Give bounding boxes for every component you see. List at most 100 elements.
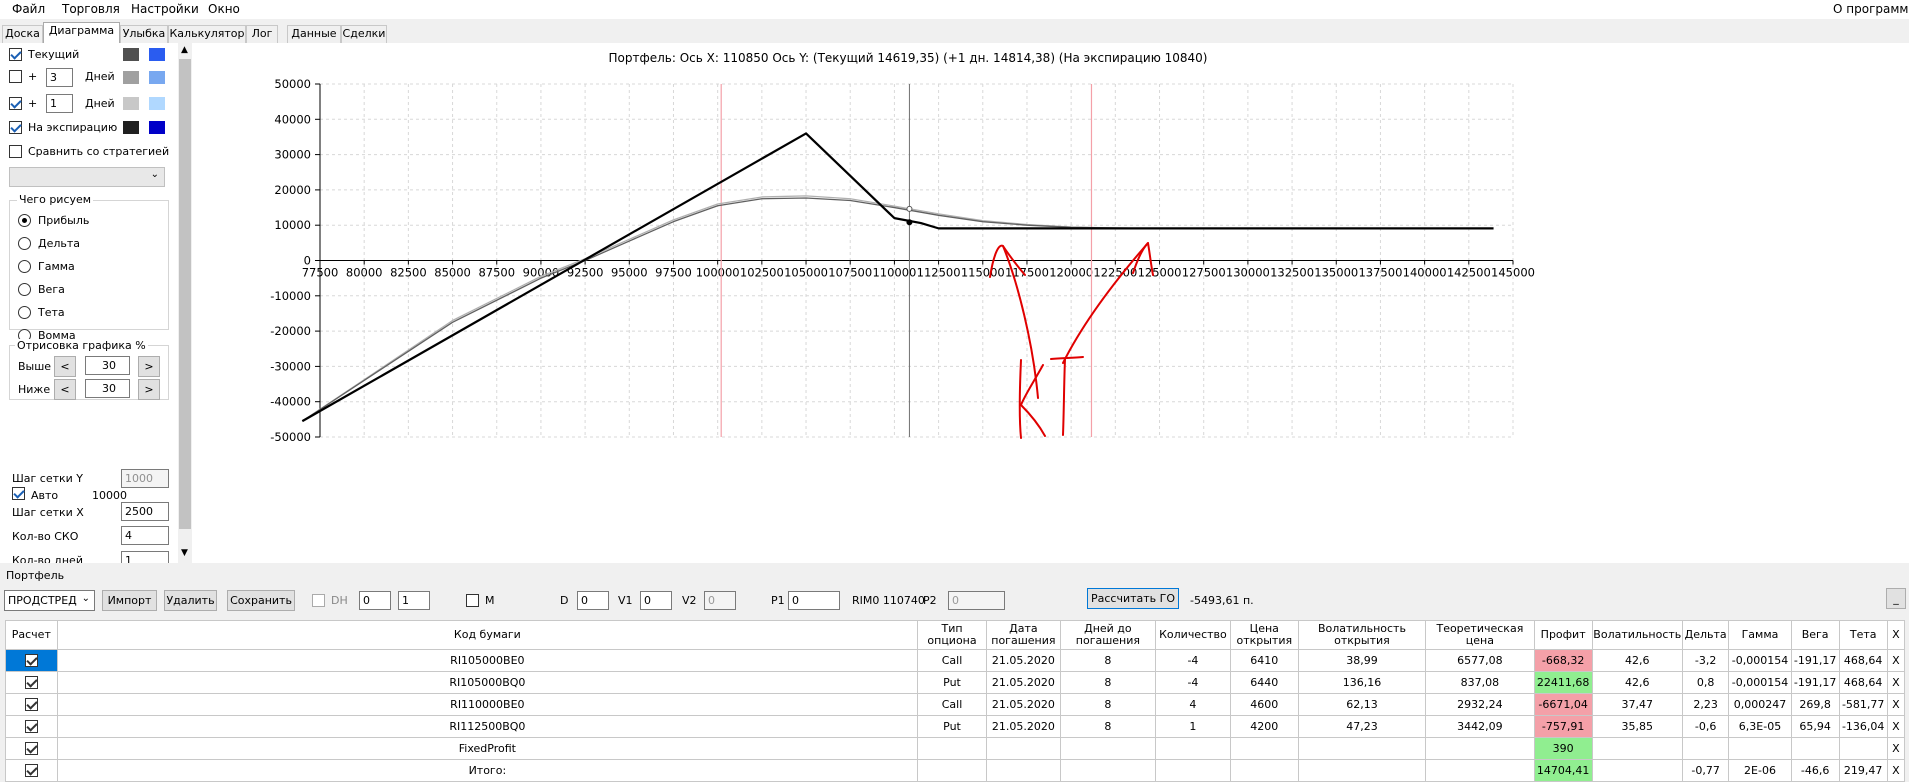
payoff-chart[interactable]: 50000 40000 30000 20000 100000 -10000 -20000 -3… <box>193 43 1909 563</box>
above-decrease-button[interactable]: < <box>54 356 76 377</box>
menu-about[interactable]: О программе <box>1833 2 1909 16</box>
menu-settings[interactable]: Настройки <box>131 2 199 16</box>
expiration-color-swatch[interactable] <box>123 121 139 134</box>
cell-x[interactable]: X <box>1886 649 1906 672</box>
column-header-theta[interactable]: Тета <box>1838 620 1888 650</box>
tab-calculator[interactable]: Калькулятор <box>168 25 246 43</box>
scroll-thumb[interactable] <box>179 59 191 529</box>
expiration-checkbox[interactable] <box>9 121 22 134</box>
table-row[interactable]: Итого: 14704,41 -0,77 2E-06 -46,6 219,47 X <box>5 759 1906 782</box>
current-color-swatch[interactable] <box>123 48 139 61</box>
d-input[interactable]: 0 <box>577 591 609 610</box>
column-header-expiry-date[interactable]: Дата погашения <box>985 620 1061 650</box>
v1-input[interactable]: 0 <box>640 591 672 610</box>
table-row[interactable]: RI112500BQ0 Put 21.05.2020 8 1 4200 47,23 3442,… <box>5 715 1906 738</box>
delete-button[interactable]: Удалить <box>164 590 217 611</box>
radio-profit[interactable] <box>18 214 31 227</box>
dh-stepper-1[interactable]: 0 <box>359 591 391 610</box>
current-color-swatch-2[interactable] <box>149 48 165 61</box>
days2-color-swatch[interactable] <box>123 97 139 110</box>
tab-smile[interactable]: Улыбка <box>120 25 168 43</box>
scroll-up-icon[interactable]: ▲ <box>181 45 188 55</box>
tab-log[interactable]: Лог <box>246 25 278 43</box>
days-color-swatch[interactable] <box>123 71 139 84</box>
dh-stepper-2[interactable]: 1 <box>398 591 430 610</box>
minimize-button[interactable]: _ <box>1886 588 1906 609</box>
calc-checkbox[interactable] <box>24 698 38 712</box>
x-tick-label: 132500 <box>1270 266 1314 280</box>
sko-input[interactable]: 4 <box>121 526 169 545</box>
auto-checkbox[interactable] <box>12 487 25 500</box>
column-header-profit[interactable]: Профит <box>1533 620 1593 650</box>
days2-color-swatch-2[interactable] <box>149 97 165 110</box>
column-header-calc[interactable]: Расчет <box>5 620 58 650</box>
tab-board[interactable]: Доска <box>2 25 43 43</box>
cell-x[interactable]: X <box>1886 715 1906 738</box>
tab-diagram[interactable]: Диаграмма <box>43 22 120 43</box>
calc-checkbox[interactable] <box>24 654 38 668</box>
menu-window[interactable]: Окно <box>208 2 240 16</box>
tab-deals[interactable]: Сделки <box>341 25 387 43</box>
settings-scrollbar[interactable]: ▲ ▼ <box>178 43 192 563</box>
import-button[interactable]: Импорт <box>102 590 157 611</box>
days-input-1[interactable]: 3 <box>46 68 73 87</box>
column-header-code[interactable]: Код бумаги <box>56 620 919 650</box>
p1-input[interactable]: 0 <box>788 591 840 610</box>
plus-days-checkbox-1[interactable] <box>9 70 22 83</box>
compare-checkbox[interactable] <box>9 145 22 158</box>
menu-file[interactable]: Файл <box>12 2 45 16</box>
m-checkbox[interactable] <box>466 594 479 607</box>
calc-go-button[interactable]: Рассчитать ГО <box>1087 588 1179 609</box>
column-header-quantity[interactable]: Количество <box>1154 620 1231 650</box>
days-count-input[interactable]: 1 <box>121 551 169 563</box>
cell-x[interactable]: X <box>1886 737 1906 760</box>
days-input-2[interactable]: 1 <box>46 94 73 113</box>
scroll-down-icon[interactable]: ▼ <box>181 548 188 558</box>
cell-x[interactable]: X <box>1886 759 1906 782</box>
table-row[interactable]: FixedProfit 390 X <box>5 737 1906 760</box>
calc-checkbox[interactable] <box>24 742 38 756</box>
calc-checkbox[interactable] <box>24 764 38 778</box>
above-input[interactable]: 30 <box>85 356 130 375</box>
p2-input[interactable]: 0 <box>948 591 1005 610</box>
cell-x[interactable]: X <box>1886 671 1906 694</box>
below-decrease-button[interactable]: < <box>54 379 76 400</box>
column-header-option-type[interactable]: Тип опциона <box>917 620 987 650</box>
save-button[interactable]: Сохранить <box>227 590 295 611</box>
v2-input[interactable]: 0 <box>704 591 736 610</box>
plus-days-checkbox-2[interactable] <box>9 97 22 110</box>
expiration-color-swatch-2[interactable] <box>149 121 165 134</box>
table-row[interactable]: RI105000BQ0 Put 21.05.2020 8 -4 6440 136,16 837… <box>5 671 1906 694</box>
radio-theta[interactable] <box>18 306 31 319</box>
dh-checkbox[interactable] <box>312 594 325 607</box>
column-header-open-volatility[interactable]: Волатильность открытия <box>1297 620 1427 650</box>
chart-area[interactable]: Портфель: Ось X: 110850 Ось Y: (Текущий … <box>193 43 1909 563</box>
column-header-delta[interactable]: Дельта <box>1681 620 1730 650</box>
table-row[interactable]: RI110000BE0 Call 21.05.2020 8 4 4600 62,13 2932… <box>5 693 1906 716</box>
above-increase-button[interactable]: > <box>138 356 160 377</box>
column-header-volatility[interactable]: Волатильность <box>1591 620 1683 650</box>
strategy-select[interactable]: ПРОДСТРЕД ⌄ <box>4 590 95 611</box>
radio-vega[interactable] <box>18 283 31 296</box>
column-header-vega[interactable]: Вега <box>1790 620 1840 650</box>
cell-x[interactable]: X <box>1886 693 1906 716</box>
current-checkbox[interactable] <box>9 48 22 61</box>
calc-checkbox[interactable] <box>24 676 38 690</box>
menu-trade[interactable]: Торговля <box>62 2 120 16</box>
column-header-gamma[interactable]: Гамма <box>1728 620 1792 650</box>
column-header-remove[interactable]: X <box>1886 620 1906 650</box>
radio-gamma[interactable] <box>18 260 31 273</box>
table-row[interactable]: RI105000BE0 Call 21.05.2020 8 -4 6410 38,99 657… <box>5 649 1906 672</box>
column-header-theoretical-price[interactable]: Теоретическая цена <box>1425 620 1535 650</box>
grid-y-input[interactable]: 1000 <box>121 469 169 488</box>
column-header-days-to-expiry[interactable]: Дней до погашения <box>1059 620 1156 650</box>
below-increase-button[interactable]: > <box>138 379 160 400</box>
column-header-open-price[interactable]: Цена открытия <box>1229 620 1299 650</box>
strategy-compare-select[interactable]: ⌄ <box>9 167 165 187</box>
days-color-swatch-2[interactable] <box>149 71 165 84</box>
below-input[interactable]: 30 <box>85 379 130 398</box>
radio-delta[interactable] <box>18 237 31 250</box>
grid-x-input[interactable]: 2500 <box>121 502 169 521</box>
tab-data[interactable]: Данные <box>287 25 341 43</box>
calc-checkbox[interactable] <box>24 720 38 734</box>
